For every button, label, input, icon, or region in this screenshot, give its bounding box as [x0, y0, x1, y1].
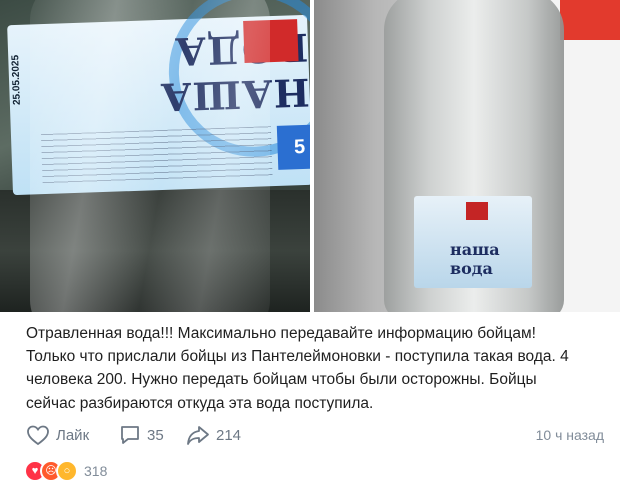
shares-count: 214 [216, 426, 242, 444]
moscow-emblem-icon [466, 202, 488, 220]
share-icon [187, 426, 209, 445]
heart-outline-icon [27, 425, 49, 446]
photo-bottle-label-closeup[interactable]: НАША ВОДА 25.05.2025 5 [0, 0, 310, 312]
wow-reaction-icon: ○ [56, 460, 78, 482]
post-text-line: человека 200. Нужно передать бойцам чтоб… [26, 371, 537, 389]
like-label: Лайк [56, 426, 90, 444]
bottle-brand-text: наша вода [450, 240, 500, 278]
share-button[interactable]: 214 [186, 424, 241, 446]
reactions-count: 318 [84, 463, 108, 479]
bottle-volume: 5 [276, 124, 310, 170]
comment-icon [121, 426, 139, 444]
reactions-summary[interactable]: ♥ ☹ ○ 318 [24, 460, 107, 482]
post-text-line: сейчас разбираются откуда эта вода посту… [26, 394, 374, 412]
bottle-label-small: наша вода [414, 196, 532, 288]
comments-button[interactable]: 35 [119, 424, 164, 446]
like-button[interactable]: Лайк [26, 424, 89, 446]
photo-bottle-full[interactable]: наша вода [314, 0, 620, 312]
comments-count: 35 [147, 426, 164, 444]
post-text: Отравленная вода!!! Максимально передава… [26, 322, 606, 415]
post-actions: Лайк 35 214 10 ч назад [26, 424, 606, 448]
bottle-date: 25.05.2025 [10, 54, 23, 106]
post-photos: НАША ВОДА 25.05.2025 5 наша вода [0, 0, 620, 312]
post-text-line: Отравленная вода!!! Максимально передава… [26, 325, 536, 342]
post-timestamp[interactable]: 10 ч назад [536, 427, 604, 443]
post-text-line: Только что прислали бойцы из Пантелеймон… [26, 348, 569, 366]
